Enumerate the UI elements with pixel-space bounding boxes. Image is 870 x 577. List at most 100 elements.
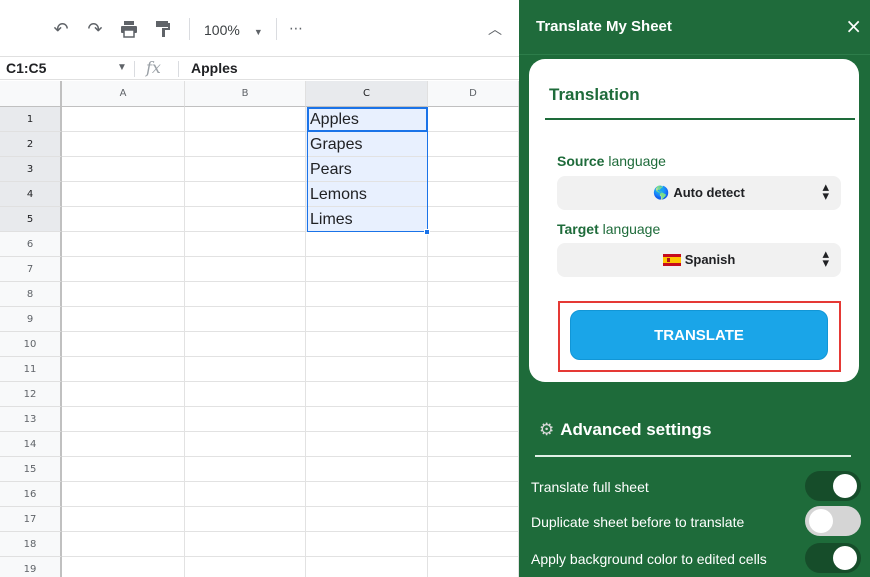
cell-c16[interactable]	[306, 482, 428, 507]
cell-b10[interactable]	[185, 332, 306, 357]
cell-a10[interactable]	[62, 332, 185, 357]
cell-c17[interactable]	[306, 507, 428, 532]
cell-a1[interactable]	[62, 107, 185, 132]
column-header-a[interactable]: A	[62, 81, 185, 107]
row-header-18[interactable]: 18	[0, 532, 62, 557]
row-header-16[interactable]: 16	[0, 482, 62, 507]
paint-format-icon[interactable]	[150, 14, 176, 44]
cell-b2[interactable]	[185, 132, 306, 157]
cell-c19[interactable]	[306, 557, 428, 577]
cell-c7[interactable]	[306, 257, 428, 282]
cell-b13[interactable]	[185, 407, 306, 432]
select-all-corner[interactable]	[0, 81, 62, 107]
cell-b16[interactable]	[185, 482, 306, 507]
row-header-1[interactable]: 1	[0, 107, 62, 132]
cell-d13[interactable]	[428, 407, 519, 432]
row-header-12[interactable]: 12	[0, 382, 62, 407]
cell-d7[interactable]	[428, 257, 519, 282]
cell-c10[interactable]	[306, 332, 428, 357]
name-box[interactable]: C1:C5	[6, 60, 46, 76]
cell-d3[interactable]	[428, 157, 519, 182]
cell-a15[interactable]	[62, 457, 185, 482]
column-header-c[interactable]: C	[306, 81, 428, 107]
cell-a5[interactable]	[62, 207, 185, 232]
cell-d19[interactable]	[428, 557, 519, 577]
cell-b17[interactable]	[185, 507, 306, 532]
cell-c5[interactable]: Limes	[306, 207, 428, 232]
cell-b1[interactable]	[185, 107, 306, 132]
cell-b14[interactable]	[185, 432, 306, 457]
row-header-10[interactable]: 10	[0, 332, 62, 357]
cell-b12[interactable]	[185, 382, 306, 407]
cell-a14[interactable]	[62, 432, 185, 457]
cell-b11[interactable]	[185, 357, 306, 382]
cell-a11[interactable]	[62, 357, 185, 382]
row-header-11[interactable]: 11	[0, 357, 62, 382]
cell-a12[interactable]	[62, 382, 185, 407]
cell-b3[interactable]	[185, 157, 306, 182]
cell-c4[interactable]: Lemons	[306, 182, 428, 207]
cell-c13[interactable]	[306, 407, 428, 432]
cell-b5[interactable]	[185, 207, 306, 232]
cell-c1[interactable]: Apples	[306, 107, 428, 132]
formula-input[interactable]: Apples	[191, 60, 238, 76]
cell-d12[interactable]	[428, 382, 519, 407]
translate-button[interactable]: TRANSLATE	[570, 310, 828, 360]
toggle-switch[interactable]	[805, 471, 861, 501]
redo-icon[interactable]: ↷	[82, 14, 108, 44]
cell-a13[interactable]	[62, 407, 185, 432]
cell-c9[interactable]	[306, 307, 428, 332]
cell-a19[interactable]	[62, 557, 185, 577]
row-header-9[interactable]: 9	[0, 307, 62, 332]
cell-b4[interactable]	[185, 182, 306, 207]
cell-c11[interactable]	[306, 357, 428, 382]
more-icon[interactable]: ⋯	[283, 14, 309, 44]
column-header-b[interactable]: B	[185, 81, 306, 107]
close-icon[interactable]: ×	[845, 14, 862, 38]
cell-b9[interactable]	[185, 307, 306, 332]
cell-c14[interactable]	[306, 432, 428, 457]
row-header-19[interactable]: 19	[0, 557, 62, 577]
cell-b15[interactable]	[185, 457, 306, 482]
row-header-2[interactable]: 2	[0, 132, 62, 157]
row-header-3[interactable]: 3	[0, 157, 62, 182]
zoom-select[interactable]: 100% ▼	[204, 22, 263, 38]
cell-d6[interactable]	[428, 232, 519, 257]
row-header-13[interactable]: 13	[0, 407, 62, 432]
cell-d11[interactable]	[428, 357, 519, 382]
cell-c8[interactable]	[306, 282, 428, 307]
toggle-switch[interactable]	[805, 506, 861, 536]
cell-a2[interactable]	[62, 132, 185, 157]
cell-a8[interactable]	[62, 282, 185, 307]
cell-d10[interactable]	[428, 332, 519, 357]
cell-c15[interactable]	[306, 457, 428, 482]
column-header-d[interactable]: D	[428, 81, 519, 107]
cell-b6[interactable]	[185, 232, 306, 257]
cell-b18[interactable]	[185, 532, 306, 557]
cell-d5[interactable]	[428, 207, 519, 232]
print-icon[interactable]	[116, 14, 142, 44]
cell-c6[interactable]	[306, 232, 428, 257]
row-header-6[interactable]: 6	[0, 232, 62, 257]
cell-b8[interactable]	[185, 282, 306, 307]
cell-c18[interactable]	[306, 532, 428, 557]
cell-a3[interactable]	[62, 157, 185, 182]
cell-a17[interactable]	[62, 507, 185, 532]
cell-d9[interactable]	[428, 307, 519, 332]
row-header-8[interactable]: 8	[0, 282, 62, 307]
cell-a6[interactable]	[62, 232, 185, 257]
chevron-down-icon[interactable]: ▼	[117, 62, 127, 73]
cell-b7[interactable]	[185, 257, 306, 282]
target-language-select[interactable]: Spanish ▴ ▾	[557, 243, 841, 277]
row-header-4[interactable]: 4	[0, 182, 62, 207]
cell-a16[interactable]	[62, 482, 185, 507]
cell-c12[interactable]	[306, 382, 428, 407]
fill-handle[interactable]	[424, 229, 430, 235]
row-header-15[interactable]: 15	[0, 457, 62, 482]
cell-a7[interactable]	[62, 257, 185, 282]
chevron-up-icon[interactable]: ︿	[482, 14, 508, 44]
cell-c2[interactable]: Grapes	[306, 132, 428, 157]
cell-d1[interactable]	[428, 107, 519, 132]
cell-c3[interactable]: Pears	[306, 157, 428, 182]
cell-d2[interactable]	[428, 132, 519, 157]
